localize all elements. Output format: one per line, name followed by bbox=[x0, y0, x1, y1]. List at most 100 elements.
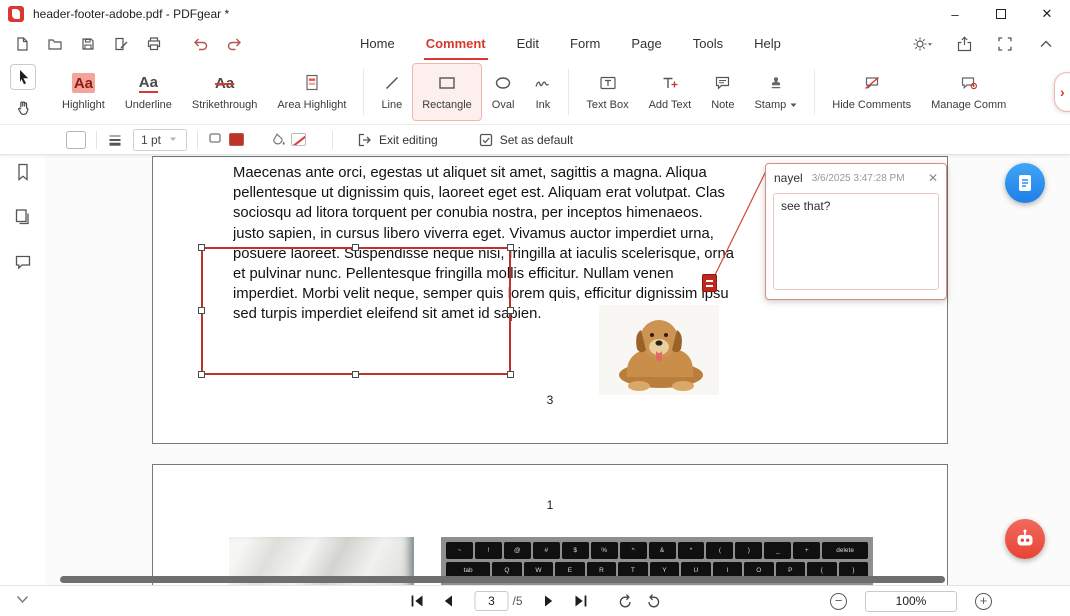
zoom-in-button[interactable]: + bbox=[975, 593, 992, 610]
ink-tool-button[interactable]: Ink bbox=[524, 63, 561, 121]
maximize-icon bbox=[996, 9, 1006, 19]
highlight-tool-button[interactable]: Aa Highlight bbox=[52, 63, 115, 121]
next-page-button[interactable] bbox=[542, 593, 558, 609]
stamp-tool-button[interactable]: Stamp bbox=[744, 63, 807, 121]
next-page-icon bbox=[544, 594, 556, 608]
tab-tools[interactable]: Tools bbox=[691, 28, 725, 60]
tab-help[interactable]: Help bbox=[752, 28, 783, 60]
sidebar-scroll-down-button[interactable] bbox=[16, 595, 29, 604]
undo-button[interactable] bbox=[188, 32, 212, 56]
left-sidebar bbox=[0, 155, 45, 585]
resize-handle[interactable] bbox=[198, 244, 205, 251]
tab-edit[interactable]: Edit bbox=[515, 28, 541, 60]
comment-text-area[interactable]: see that? bbox=[773, 193, 939, 290]
color-swatch-empty[interactable] bbox=[66, 131, 86, 149]
comment-note-marker[interactable] bbox=[702, 274, 717, 292]
fullscreen-button[interactable] bbox=[993, 32, 1017, 56]
resize-handle[interactable] bbox=[507, 307, 514, 314]
share-icon bbox=[957, 36, 972, 52]
share-button[interactable] bbox=[952, 32, 976, 56]
save-icon bbox=[80, 36, 96, 52]
page-indicator: 3 /5 bbox=[474, 591, 522, 611]
set-default-icon bbox=[478, 132, 494, 148]
manage-comments-button[interactable]: Manage Comm bbox=[921, 63, 1016, 121]
rectangle-tool-button[interactable]: Rectangle bbox=[412, 63, 482, 121]
previous-page-button[interactable] bbox=[439, 593, 455, 609]
print-button[interactable] bbox=[142, 32, 166, 56]
keyboard-key: ( bbox=[706, 542, 733, 559]
select-tool-button[interactable] bbox=[10, 64, 36, 90]
close-button[interactable]: ✕ bbox=[1024, 0, 1070, 28]
collapse-ribbon-button[interactable] bbox=[1034, 32, 1058, 56]
oval-tool-button[interactable]: Oval bbox=[482, 63, 525, 121]
quick-access-toolbar bbox=[0, 32, 166, 56]
stroke-width-value: 1 pt bbox=[141, 133, 161, 147]
cursor-arrow-icon bbox=[16, 69, 31, 85]
comment-popup[interactable]: nayel 3/6/2025 3:47:28 PM ✕ see that? bbox=[765, 163, 947, 300]
minimize-button[interactable]: – bbox=[932, 0, 978, 28]
document-viewport[interactable]: Maecenas ante orci, egestas ut aliquet s… bbox=[45, 155, 1070, 585]
first-page-button[interactable] bbox=[408, 593, 424, 609]
last-page-button[interactable] bbox=[573, 593, 589, 609]
tab-form[interactable]: Form bbox=[568, 28, 602, 60]
undo-icon bbox=[192, 36, 209, 52]
open-file-button[interactable] bbox=[43, 32, 67, 56]
save-as-button[interactable] bbox=[109, 32, 133, 56]
underline-tool-button[interactable]: Aa Underline bbox=[115, 63, 182, 121]
note-tool-button[interactable]: Note bbox=[701, 63, 744, 121]
save-button[interactable] bbox=[76, 32, 100, 56]
fill-color-control[interactable] bbox=[270, 132, 306, 147]
tab-home[interactable]: Home bbox=[358, 28, 397, 60]
caret-down-icon bbox=[169, 137, 177, 142]
ink-label: Ink bbox=[536, 99, 551, 111]
add-text-tool-button[interactable]: Add Text bbox=[639, 63, 702, 121]
tab-page[interactable]: Page bbox=[629, 28, 663, 60]
main-area: Maecenas ante orci, egestas ut aliquet s… bbox=[0, 155, 1070, 585]
oval-label: Oval bbox=[492, 99, 515, 111]
strikethrough-tool-button[interactable]: Aa Strikethrough bbox=[182, 63, 267, 121]
maximize-button[interactable] bbox=[978, 0, 1024, 28]
more-tools-button[interactable]: › bbox=[1054, 72, 1070, 112]
tab-comment[interactable]: Comment bbox=[424, 28, 488, 60]
resize-handle[interactable] bbox=[507, 371, 514, 378]
resize-handle[interactable] bbox=[352, 244, 359, 251]
resize-handle[interactable] bbox=[507, 244, 514, 251]
line-tool-button[interactable]: Line bbox=[371, 63, 412, 121]
new-file-button[interactable] bbox=[10, 32, 34, 56]
bookmarks-panel-button[interactable] bbox=[12, 161, 34, 183]
rectangle-label: Rectangle bbox=[422, 99, 472, 111]
titlebar: header-footer-adobe.pdf - PDFgear * – ✕ bbox=[0, 0, 1070, 28]
rectangle-annotation[interactable] bbox=[201, 247, 511, 375]
highlight-label: Highlight bbox=[62, 99, 105, 111]
hide-comments-button[interactable]: Hide Comments bbox=[822, 63, 921, 121]
text-box-tool-button[interactable]: Text Box bbox=[576, 63, 638, 121]
hide-comments-label: Hide Comments bbox=[832, 99, 911, 111]
first-page-icon bbox=[409, 594, 424, 608]
pan-tool-button[interactable] bbox=[10, 95, 36, 121]
hide-comments-icon bbox=[863, 73, 881, 93]
border-color-control[interactable] bbox=[208, 132, 244, 147]
theme-button[interactable] bbox=[911, 32, 935, 56]
resize-handle[interactable] bbox=[198, 371, 205, 378]
resize-handle[interactable] bbox=[352, 371, 359, 378]
set-as-default-button[interactable]: Set as default bbox=[478, 132, 573, 148]
resize-handle[interactable] bbox=[198, 307, 205, 314]
exit-editing-button[interactable]: Exit editing bbox=[357, 132, 438, 148]
area-highlight-tool-button[interactable]: Area Highlight bbox=[267, 63, 356, 121]
zoom-out-button[interactable]: − bbox=[830, 593, 847, 610]
rotate-left-button[interactable] bbox=[618, 593, 634, 609]
comments-panel-button[interactable] bbox=[12, 251, 34, 273]
redo-button[interactable] bbox=[222, 32, 246, 56]
ai-assistant-button[interactable] bbox=[1005, 519, 1045, 559]
rotate-left-icon bbox=[618, 593, 634, 609]
comment-close-button[interactable]: ✕ bbox=[928, 172, 938, 184]
zoom-level-select[interactable]: 100% bbox=[865, 591, 957, 612]
rotate-right-button[interactable] bbox=[646, 593, 662, 609]
menubar-right-controls bbox=[911, 28, 1058, 60]
stroke-width-select[interactable]: 1 pt bbox=[133, 129, 187, 151]
page-number-input[interactable]: 3 bbox=[474, 591, 508, 611]
horizontal-scrollbar-thumb[interactable] bbox=[60, 576, 945, 583]
convert-to-word-button[interactable] bbox=[1005, 163, 1045, 203]
keyboard-key: delete bbox=[822, 542, 868, 559]
thumbnails-panel-button[interactable] bbox=[12, 206, 34, 228]
